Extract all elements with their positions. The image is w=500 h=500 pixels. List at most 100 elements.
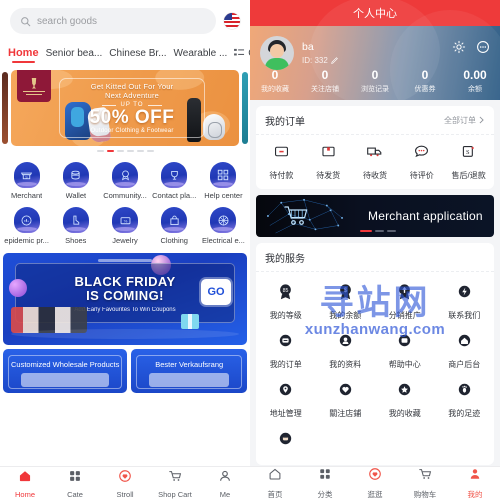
- quick-entry-electrical[interactable]: Electrical e...: [199, 203, 248, 248]
- tabbar-item-stroll[interactable]: Stroll: [100, 467, 150, 500]
- promo-card-customized-wholesale[interactable]: Customized Wholesale Products: [3, 349, 128, 393]
- service-my-level[interactable]: 85 我的等级: [256, 278, 316, 327]
- tabbar-item-me[interactable]: Me: [200, 467, 250, 500]
- services-card-title: 我的服务: [256, 243, 494, 272]
- tabbar-item-cate[interactable]: Cate: [50, 467, 100, 500]
- orders-list: 待付款 待发货 待收货 待评价 S 售后/退款: [256, 135, 494, 189]
- carousel-prev-peek[interactable]: [2, 72, 8, 144]
- quick-entry-contact-platform[interactable]: Contact pla...: [150, 158, 199, 203]
- tab-wearable[interactable]: Wearable ...: [174, 48, 228, 63]
- service-merchant-backend[interactable]: 商户后台: [435, 327, 495, 376]
- service-followed-shops[interactable]: 關注店鋪: [316, 376, 376, 425]
- carousel-dot[interactable]: [136, 150, 144, 152]
- search-input[interactable]: search goods: [10, 8, 216, 34]
- banner-dot[interactable]: [375, 230, 384, 232]
- order-status-unreviewed[interactable]: 待评价: [398, 143, 445, 181]
- service-my-orders[interactable]: 我的订单: [256, 327, 316, 376]
- service-help-center[interactable]: 帮助中心: [375, 327, 435, 376]
- quick-entry-wallet[interactable]: Wallet: [51, 158, 100, 203]
- us-flag-icon[interactable]: [224, 13, 240, 29]
- stat-followed-shops[interactable]: 0 关注店铺: [300, 68, 350, 94]
- service-contact-us[interactable]: 联系我们: [435, 278, 495, 327]
- service-extra-item[interactable]: [256, 425, 316, 463]
- black-friday-banner[interactable]: BLACK FRIDAY IS COMING! Add Early Favour…: [3, 253, 247, 345]
- tabbar-item-stroll[interactable]: 逛逛: [350, 467, 400, 500]
- promo-card-row: Customized Wholesale Products Bester Ver…: [0, 345, 250, 393]
- carousel-dot[interactable]: [126, 150, 134, 152]
- grid-icon: [68, 469, 82, 488]
- order-status-unpaid[interactable]: 待付款: [258, 143, 305, 181]
- merchant-banner-dots: [360, 230, 396, 232]
- banner-dot-active[interactable]: [360, 230, 372, 232]
- carousel-dot-active[interactable]: [106, 150, 114, 152]
- tabbar-label: Cate: [67, 489, 83, 499]
- quick-entry-jewelry[interactable]: % Jewelry: [100, 203, 149, 248]
- service-label: 我的余额: [329, 311, 362, 320]
- quick-entry-shoes[interactable]: Shoes: [51, 203, 100, 248]
- black-friday-go-button[interactable]: GO: [201, 279, 231, 305]
- quick-entry-label: Jewelry: [112, 236, 138, 245]
- carousel-next-peek[interactable]: [242, 72, 248, 144]
- pencil-icon[interactable]: [330, 56, 339, 66]
- service-my-profile[interactable]: 我的资料: [316, 327, 376, 376]
- carousel-dot[interactable]: [146, 150, 154, 152]
- order-status-label: 待付款: [269, 171, 294, 180]
- stat-label: 我的收藏: [261, 86, 289, 93]
- banner-notch-decor: [98, 259, 152, 262]
- tab-home[interactable]: Home: [8, 47, 39, 63]
- service-distribution[interactable]: 分销推广: [375, 278, 435, 327]
- tab-chinese-brand[interactable]: Chinese Br...: [109, 48, 166, 63]
- services-grid: 85 我的等级 $ 我的余额 分销推广 联系我们 我的订单 我的资料 帮助中心 …: [256, 272, 494, 465]
- ball-icon: [210, 207, 237, 233]
- quick-entry-merchant[interactable]: S Merchant: [2, 158, 51, 203]
- right-bottom-tabbar: 首页 分类 逛逛 购物车 我的: [250, 466, 500, 500]
- quick-entry-label: Shoes: [65, 236, 87, 245]
- user-id-label: ID: 332: [302, 56, 328, 65]
- tabbar-item-mine[interactable]: 我的: [450, 467, 500, 500]
- tabbar-item-homepage[interactable]: 首页: [250, 467, 300, 500]
- grid-icon: [318, 467, 332, 486]
- order-status-unreceived[interactable]: 待收货: [352, 143, 399, 181]
- tabbar-item-home[interactable]: Home: [0, 467, 50, 500]
- service-label: 商户后台: [448, 360, 481, 369]
- merchant-application-banner[interactable]: Merchant application: [256, 195, 494, 237]
- merchant-banner-text: Merchant application: [368, 209, 483, 223]
- profile-user-block[interactable]: ba ID: 332: [260, 36, 339, 70]
- banner-dot[interactable]: [387, 230, 396, 232]
- tabbar-label: 首页: [267, 490, 283, 499]
- promo-card-best-seller[interactable]: Bester Verkaufsrang: [131, 349, 247, 393]
- svg-text:85: 85: [283, 288, 289, 294]
- gear-icon[interactable]: [452, 40, 466, 54]
- stat-browse-history[interactable]: 0 浏览记录: [350, 68, 400, 94]
- stat-favorites[interactable]: 0 我的收藏: [250, 68, 300, 94]
- avatar[interactable]: [260, 36, 294, 70]
- service-my-balance[interactable]: $ 我的余额: [316, 278, 376, 327]
- order-status-refund[interactable]: S 售后/退款: [445, 143, 492, 181]
- carousel-dot[interactable]: [116, 150, 124, 152]
- quick-entry-community[interactable]: Community...: [100, 158, 149, 203]
- order-list-icon: [276, 331, 295, 355]
- carousel-dot[interactable]: [96, 150, 104, 152]
- user-id-row[interactable]: ID: 332: [302, 56, 339, 66]
- stat-coupons[interactable]: 0 优惠券: [400, 68, 450, 94]
- user-name: ba: [302, 40, 314, 53]
- category-button[interactable]: Cate: [234, 48, 250, 63]
- tab-senior-beauty[interactable]: Senior bea...: [46, 48, 103, 63]
- tabbar-item-cart[interactable]: 购物车: [400, 467, 450, 500]
- quick-entry-epidemic[interactable]: epidemic pr...: [2, 203, 51, 248]
- cart-icon: [418, 467, 432, 486]
- stat-balance[interactable]: 0.00 余额: [450, 68, 500, 94]
- service-address-management[interactable]: 地址管理: [256, 376, 316, 425]
- tabbar-item-category[interactable]: 分类: [300, 467, 350, 500]
- quick-entry-help-center[interactable]: Help center: [199, 158, 248, 203]
- message-icon[interactable]: [476, 40, 490, 54]
- tabbar-item-shop-cart[interactable]: Shop Cart: [150, 467, 200, 500]
- hero-carousel[interactable]: Get Kitted Out For Your Next Adventure U…: [0, 68, 250, 154]
- hero-banner-slide[interactable]: Get Kitted Out For Your Next Adventure U…: [11, 70, 239, 146]
- wallet-pay-icon: [273, 143, 290, 165]
- service-my-footprint[interactable]: 我的足迹: [435, 376, 495, 425]
- service-my-favorites[interactable]: 我的收藏: [375, 376, 435, 425]
- quick-entry-label: Merchant: [10, 191, 43, 200]
- quick-entry-clothing[interactable]: Clothing: [150, 203, 199, 248]
- order-status-unshipped[interactable]: 待发货: [305, 143, 352, 181]
